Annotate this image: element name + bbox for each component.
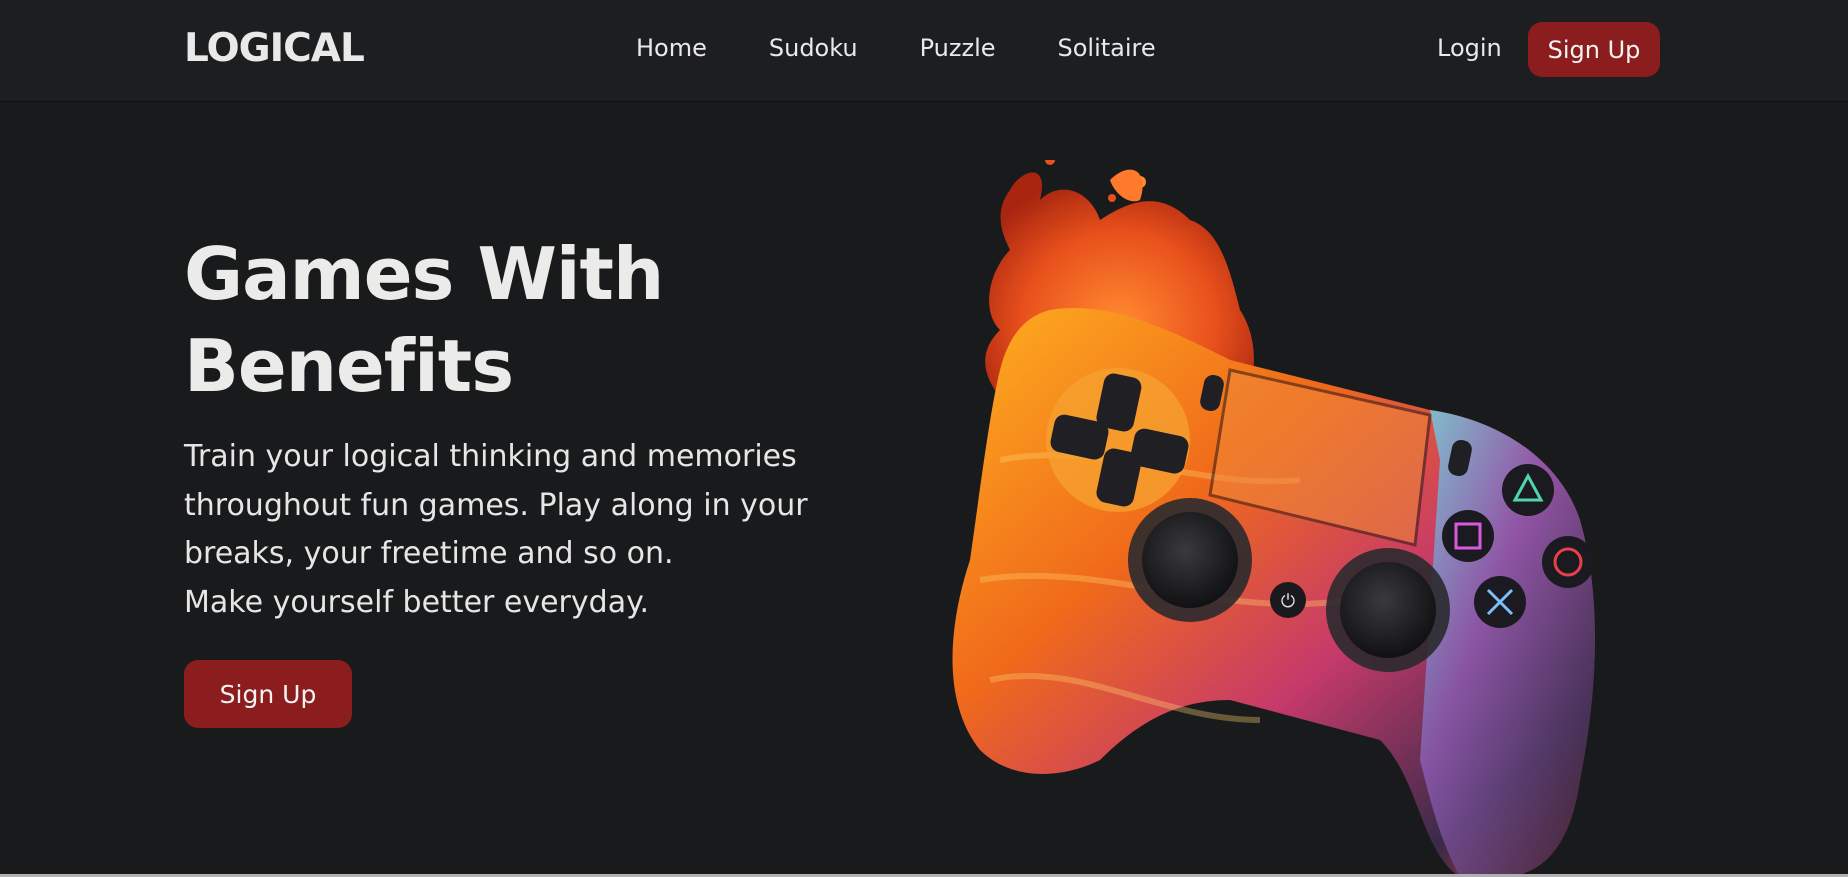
nav-link-solitaire[interactable]: Solitaire: [1058, 34, 1156, 62]
hero-description: Train your logical thinking and memories…: [184, 433, 864, 627]
hero-description-line: Train your logical thinking and memories: [184, 439, 797, 474]
nav-link-puzzle[interactable]: Puzzle: [920, 34, 996, 62]
hero-description-line: Make yourself better everyday.: [184, 584, 650, 620]
nav-link-sudoku[interactable]: Sudoku: [769, 34, 858, 62]
hero-title-line: Games With: [184, 232, 664, 316]
dpad: [1046, 368, 1190, 512]
login-link[interactable]: Login: [1437, 34, 1502, 62]
ps-button: ⏻: [1270, 582, 1306, 618]
logo[interactable]: LOGICAL: [184, 26, 365, 71]
top-navbar: LOGICAL Home Sudoku Puzzle Solitaire Log…: [0, 0, 1848, 101]
gamepad-controller-image: ⏻: [952, 160, 1595, 877]
hero-description-line: breaks, your freetime and so on.: [184, 536, 674, 572]
hero-title: Games With Benefits: [184, 228, 664, 412]
hero-signup-button[interactable]: Sign Up: [184, 660, 352, 728]
svg-text:⏻: ⏻: [1281, 591, 1295, 612]
hero-title-line: Benefits: [184, 324, 514, 408]
nav-link-home[interactable]: Home: [636, 34, 707, 62]
main-nav: Home Sudoku Puzzle Solitaire: [636, 34, 1156, 62]
nav-signup-button[interactable]: Sign Up: [1528, 22, 1660, 77]
hero-description-line: throughout fun games. Play along in your: [184, 487, 808, 523]
